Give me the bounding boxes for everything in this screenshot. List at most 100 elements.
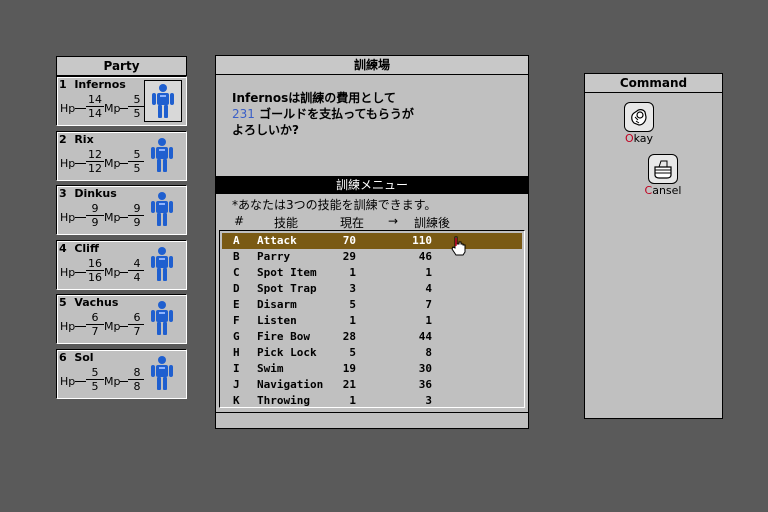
skill-row-f[interactable]: F Listen 1 1 [222,313,522,329]
skill-after: 7 [425,298,432,311]
hp-label: Hp [60,265,76,279]
character-figure-icon [151,301,173,335]
skill-row-c[interactable]: C Spot Item 1 1 [222,265,522,281]
skill-name: Throwing [257,394,310,407]
member-name: 3 Dinkus [59,187,117,200]
member-name: 6 Sol [59,350,94,364]
skill-row-a[interactable]: A Attack 70 110 [222,233,522,249]
hand-cursor-icon [451,236,466,256]
member-portrait[interactable] [144,352,182,395]
skill-key: B [233,250,240,263]
header-key: # [234,214,245,228]
member-stats: Hp 9 9 Mp 9 9 [60,202,146,232]
skill-after: 44 [418,330,432,343]
member-name: 4 Cliff [59,241,99,255]
skill-key: D [233,282,240,295]
hp-value: 67 [86,311,104,338]
hp-label: Hp [60,156,76,170]
member-portrait[interactable] [144,298,182,340]
skill-row-b[interactable]: B Parry 29 46 [222,249,522,265]
message-line-1: Infernosは訓練の費用として [232,91,396,105]
hall-message: Infernosは訓練の費用として 231 ゴールドを支払ってもらうが よろしい… [232,90,522,138]
cancel-button[interactable]: Cansel [643,154,683,197]
okay-hand-icon [624,102,654,132]
hp-label: Hp [60,102,76,115]
member-portrait[interactable] [144,134,182,177]
hall-footer-divider [216,412,528,413]
skill-name: Parry [257,250,291,263]
header-after: 訓練後 [414,216,451,230]
member-portrait[interactable] [144,80,182,122]
header-current: 現在 [340,216,365,230]
skill-key: A [233,234,240,247]
mp-label: Mp [104,374,121,388]
member-name: 1 Infernos [59,78,126,91]
member-name: 2 Rix [59,132,94,146]
skill-row-d[interactable]: D Spot Trap 3 4 [222,281,522,297]
hp-label: Hp [60,374,76,388]
skill-after: 8 [425,346,432,359]
skill-current: 3 [349,282,356,295]
skill-name: Disarm [257,298,297,311]
hall-title: 訓練場 [216,56,528,75]
party-member-5[interactable]: 5 Vachus Hp 6 7 Mp 6 7 [56,294,187,344]
member-stats: Hp 12 12 Mp 5 5 [60,148,146,178]
skill-key: F [233,314,240,327]
party-member-2[interactable]: 2 Rix Hp 12 12 Mp 5 5 [56,130,187,181]
party-member-1[interactable]: 1 Infernos Hp 14 14 Mp 5 5 [56,76,187,126]
skill-after: 30 [418,362,432,375]
member-stats: Hp 6 7 Mp 6 7 [60,311,146,341]
skill-key: K [233,394,240,407]
member-name: 5 Vachus [59,296,119,309]
hp-value: 99 [86,202,104,229]
skill-key: C [233,266,240,279]
skill-current: 1 [349,266,356,279]
training-hall-window: 訓練場 Infernosは訓練の費用として 231 ゴールドを支払ってもらうが … [215,55,529,429]
skill-row-j[interactable]: J Navigation 21 36 [222,377,522,393]
skill-after: 46 [418,250,432,263]
skill-row-e[interactable]: E Disarm 5 7 [222,297,522,313]
skill-name: Spot Item [257,266,317,279]
command-title: Command [585,74,722,93]
skill-row-i[interactable]: I Swim 19 30 [222,361,522,377]
skill-after: 1 [425,314,432,327]
skill-after: 4 [425,282,432,295]
skill-row-k[interactable]: K Throwing 1 3 [222,393,522,409]
party-member-4[interactable]: 4 Cliff Hp 16 16 Mp 4 4 [56,239,187,290]
skill-current: 28 [342,330,356,343]
skill-name: Attack [257,234,297,247]
skill-after: 1 [425,266,432,279]
skill-name: Listen [257,314,297,327]
hp-value: 16 16 [86,256,104,284]
member-stats: Hp 5 5 Mp 8 8 [60,366,146,396]
mp-label: Mp [104,320,121,333]
skill-current: 5 [349,298,356,311]
cancel-label: Cansel [644,184,682,197]
skill-name: Fire Bow [257,330,310,343]
message-line-3: よろしいか? [232,123,299,137]
mp-label: Mp [104,265,121,279]
skill-row-h[interactable]: H Pick Lock 5 8 [222,345,522,361]
okay-button[interactable]: Okay [619,102,659,145]
party-panel: Party [56,56,187,76]
message-line-2: 231 ゴールドを支払ってもらうが [232,106,522,122]
skill-after: 3 [425,394,432,407]
character-figure-icon [151,246,173,281]
skill-row-g[interactable]: G Fire Bow 28 44 [222,329,522,345]
member-portrait[interactable] [144,189,182,231]
member-portrait[interactable] [144,243,182,286]
skill-key: E [233,298,240,311]
character-figure-icon [151,192,173,226]
character-figure-icon [151,355,173,390]
character-figure-icon [151,137,173,172]
character-figure-icon [152,84,174,118]
skill-key: J [233,378,240,391]
skill-current: 70 [342,234,356,247]
hp-label: Hp [60,320,76,333]
skill-current: 1 [349,314,356,327]
party-member-3[interactable]: 3 Dinkus Hp 9 9 Mp 9 9 [56,185,187,235]
skill-current: 19 [342,362,356,375]
skill-current: 29 [342,250,356,263]
party-member-6[interactable]: 6 Sol Hp 5 5 Mp 8 8 [56,348,187,399]
hp-value: 14 14 [86,93,104,120]
